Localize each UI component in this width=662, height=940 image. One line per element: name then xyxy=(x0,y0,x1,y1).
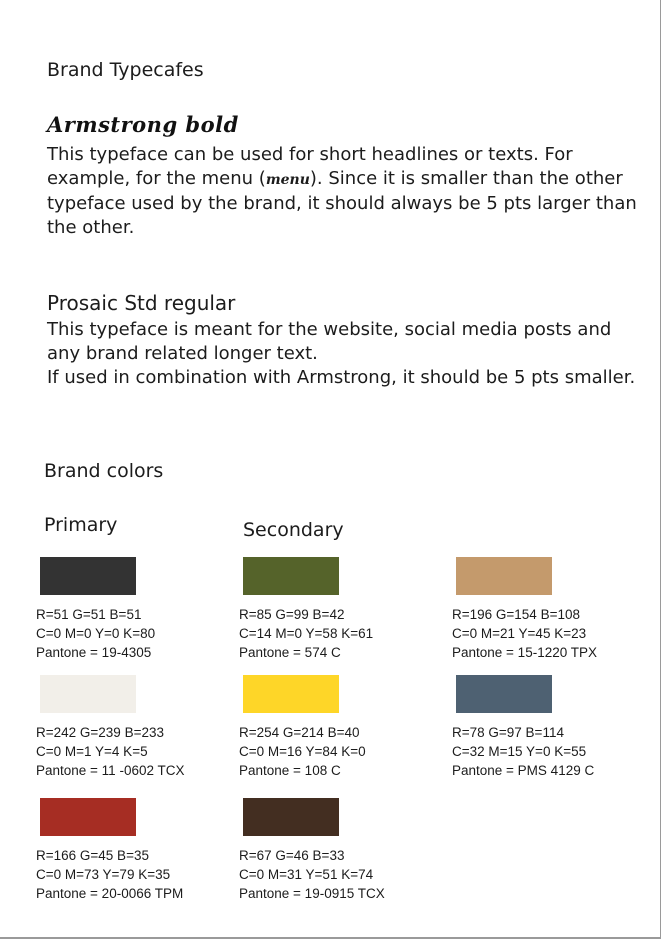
color-spec: R=51 G=51 B=51 C=0 M=0 Y=0 K=80 Pantone = … xyxy=(36,605,155,662)
prosaic-description: This typeface is meant for the website, … xyxy=(47,318,647,390)
color-spec: R=67 G=46 B=33 C=0 M=31 Y=51 K=74 Pantone … xyxy=(239,846,385,903)
color-spec-pantone: Pantone = PMS 4129 C xyxy=(452,763,595,778)
color-spec-rgb: R=51 G=51 B=51 xyxy=(36,607,142,622)
primary-label: Primary xyxy=(44,514,118,536)
prosaic-title: Prosaic Std regular xyxy=(47,291,236,315)
secondary-label: Secondary xyxy=(243,519,344,541)
color-swatch xyxy=(456,675,552,713)
color-spec-cmyk: C=0 M=1 Y=4 K=5 xyxy=(36,744,148,759)
brand-colors-heading: Brand colors xyxy=(44,460,164,482)
color-spec-cmyk: C=0 M=31 Y=51 K=74 xyxy=(239,867,374,882)
color-spec-rgb: R=67 G=46 B=33 xyxy=(239,848,345,863)
menu-word-sample: menu xyxy=(265,172,310,188)
color-spec-rgb: R=254 G=214 B=40 xyxy=(239,725,360,740)
color-spec: R=196 G=154 B=108 C=0 M=21 Y=45 K=23 Panto… xyxy=(452,605,597,662)
color-spec-pantone: Pantone = 11 -0602 TCX xyxy=(36,763,185,778)
color-spec-pantone: Pantone = 19-4305 xyxy=(36,645,152,660)
color-swatch xyxy=(40,557,136,595)
armstrong-description: This typeface can be used for short head… xyxy=(47,143,647,240)
color-spec-rgb: R=166 G=45 B=35 xyxy=(36,848,149,863)
color-swatch xyxy=(243,798,339,836)
color-swatch xyxy=(456,557,552,595)
color-swatch xyxy=(40,798,136,836)
color-spec-cmyk: C=0 M=21 Y=45 K=23 xyxy=(452,626,587,641)
color-spec-cmyk: C=0 M=73 Y=79 K=35 xyxy=(36,867,171,882)
color-spec-cmyk: C=0 M=16 Y=84 K=0 xyxy=(239,744,366,759)
color-spec-rgb: R=78 G=97 B=114 xyxy=(452,725,564,740)
color-spec-pantone: Pantone = 15-1220 TPX xyxy=(452,645,597,660)
color-spec: R=78 G=97 B=114 C=32 M=15 Y=0 K=55 Pantone… xyxy=(452,723,594,780)
color-spec: R=85 G=99 B=42 C=14 M=0 Y=58 K=61 Pantone … xyxy=(239,605,373,662)
color-spec-rgb: R=85 G=99 B=42 xyxy=(239,607,345,622)
color-spec-pantone: Pantone = 108 C xyxy=(239,763,341,778)
color-spec-cmyk: C=14 M=0 Y=58 K=61 xyxy=(239,626,374,641)
color-spec-cmyk: C=0 M=0 Y=0 K=80 xyxy=(36,626,156,641)
color-spec: R=166 G=45 B=35 C=0 M=73 Y=79 K=35 Pantone… xyxy=(36,846,183,903)
color-spec-rgb: R=242 G=239 B=233 xyxy=(36,725,164,740)
color-spec-pantone: Pantone = 19-0915 TCX xyxy=(239,886,385,901)
color-swatch xyxy=(243,557,339,595)
color-spec: R=254 G=214 B=40 C=0 M=16 Y=84 K=0 Pantone… xyxy=(239,723,366,780)
prosaic-text: This typeface is meant for the website, … xyxy=(47,319,612,364)
color-swatch xyxy=(243,675,339,713)
color-spec: R=242 G=239 B=233 C=0 M=1 Y=4 K=5 Pantone … xyxy=(36,723,184,780)
color-spec-pantone: Pantone = 20-0066 TPM xyxy=(36,886,184,901)
armstrong-title: Armstrong bold xyxy=(47,112,239,137)
prosaic-text-2: If used in combination with Armstrong, i… xyxy=(47,367,636,388)
page-heading: Brand Typecafes xyxy=(47,59,204,81)
color-spec-cmyk: C=32 M=15 Y=0 K=55 xyxy=(452,744,587,759)
color-spec-pantone: Pantone = 574 C xyxy=(239,645,341,660)
color-spec-rgb: R=196 G=154 B=108 xyxy=(452,607,580,622)
color-swatch xyxy=(40,675,136,713)
